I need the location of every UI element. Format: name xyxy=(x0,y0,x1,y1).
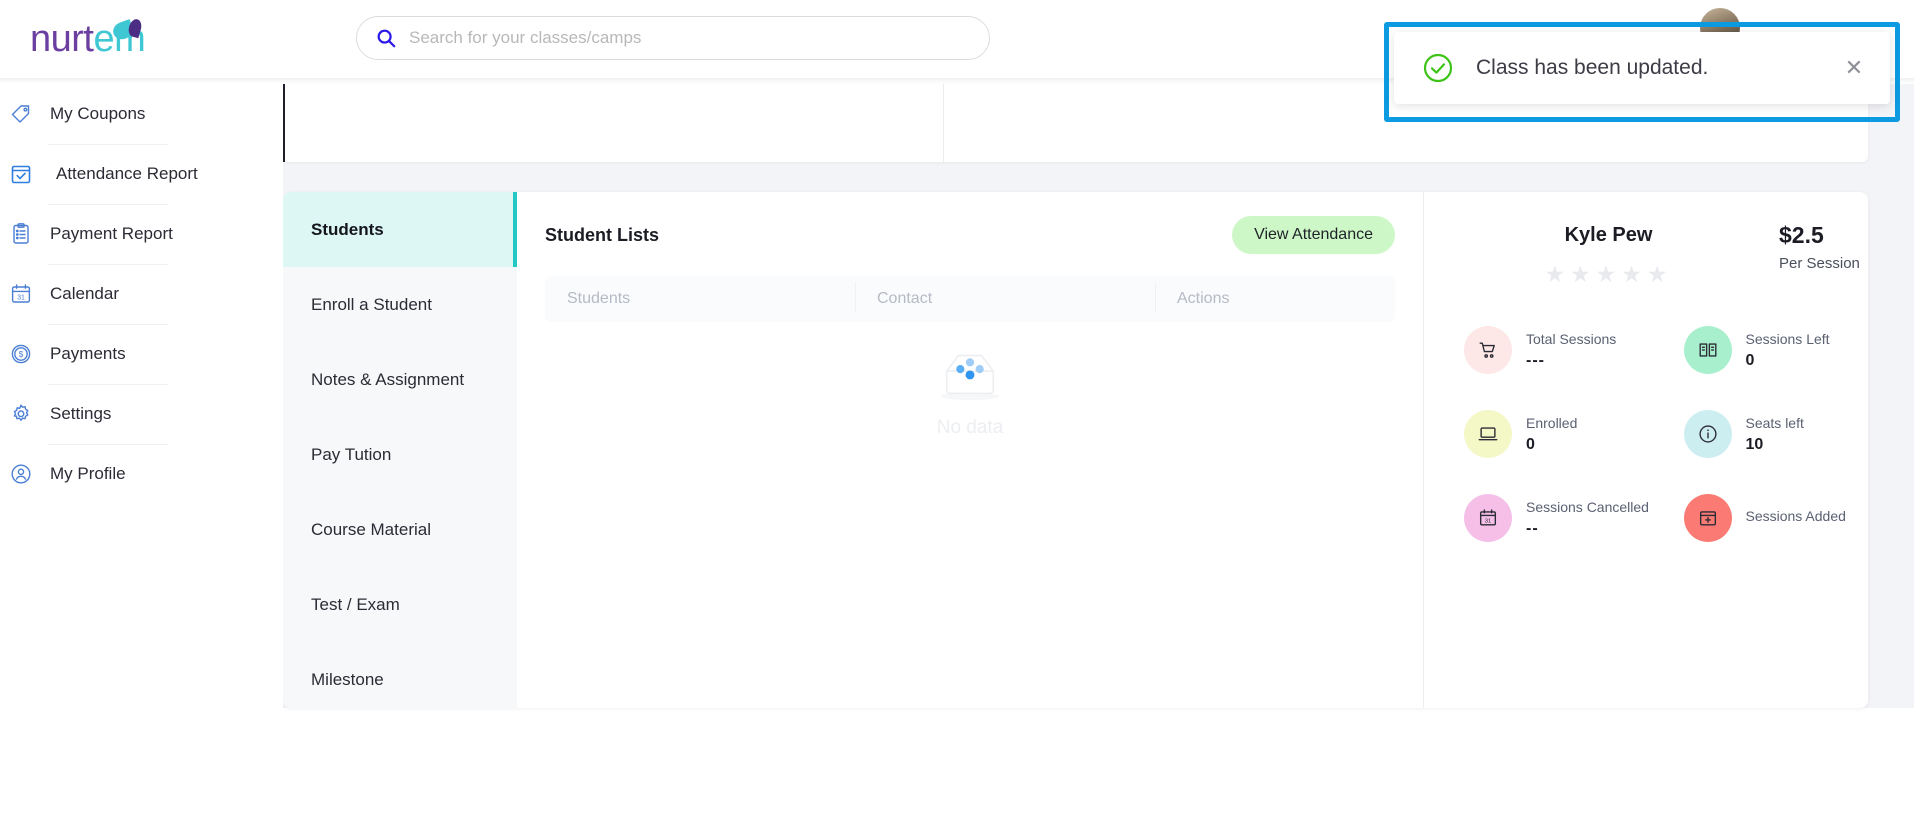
stat-label: Enrolled xyxy=(1526,415,1577,431)
laptop-icon xyxy=(1464,410,1512,458)
svg-text:31: 31 xyxy=(17,294,25,301)
column-header-students: Students xyxy=(545,290,855,308)
sidebar-nav: My Coupons Attendance Report Payment xyxy=(0,84,283,708)
sidebar-item-calendar[interactable]: 31 Calendar xyxy=(0,264,283,324)
price-unit: Per Session xyxy=(1779,255,1868,272)
tab-test-exam[interactable]: Test / Exam xyxy=(283,567,517,642)
tab-students[interactable]: Students xyxy=(283,192,517,267)
gear-icon xyxy=(8,401,34,427)
tab-label: Test / Exam xyxy=(311,595,400,615)
stat-sessions-cancelled: 31 Sessions Cancelled -- xyxy=(1464,494,1684,542)
sidebar-item-payment-report[interactable]: Payment Report xyxy=(0,204,283,264)
card-divider xyxy=(943,84,944,162)
student-table-header: Students Contact Actions xyxy=(545,276,1395,322)
sidebar-item-settings[interactable]: Settings xyxy=(0,384,283,444)
stat-label: Total Sessions xyxy=(1526,331,1616,347)
no-data-icon xyxy=(931,342,1009,409)
sidebar-item-payments[interactable]: $ Payments xyxy=(0,324,283,384)
class-info-header: Kyle Pew ★★★★★ $2.5 Per Session xyxy=(1464,222,1868,288)
stat-total-sessions: Total Sessions --- xyxy=(1464,326,1684,374)
toast-message: Class has been updated. xyxy=(1476,56,1840,80)
sidebar-item-label: Settings xyxy=(50,404,111,424)
search-input[interactable] xyxy=(409,18,971,58)
tab-course-material[interactable]: Course Material xyxy=(283,492,517,567)
sidebar-item-my-coupons[interactable]: My Coupons xyxy=(0,84,283,144)
stat-value: 10 xyxy=(1746,436,1804,454)
rating-stars[interactable]: ★★★★★ xyxy=(1464,261,1753,288)
sidebar-item-label: Payments xyxy=(50,344,126,364)
tab-label: Milestone xyxy=(311,670,384,690)
tab-milestone[interactable]: Milestone xyxy=(283,642,517,708)
close-icon[interactable]: ✕ xyxy=(1840,54,1868,82)
column-header-actions: Actions xyxy=(1155,290,1395,308)
tab-notes-and-assignment[interactable]: Notes & Assignment xyxy=(283,342,517,417)
stat-label: Sessions Cancelled xyxy=(1526,499,1649,515)
dollar-coin-icon: $ xyxy=(8,341,34,367)
user-circle-icon xyxy=(8,461,34,487)
search-bar[interactable] xyxy=(356,16,990,60)
stat-value: --- xyxy=(1526,352,1616,370)
stat-enrolled: Enrolled 0 xyxy=(1464,410,1684,458)
stat-value: -- xyxy=(1526,520,1649,538)
calendar-31-icon: 31 xyxy=(1464,494,1512,542)
price-block: $2.5 Per Session xyxy=(1753,222,1868,272)
cart-icon xyxy=(1464,326,1512,374)
calendar-add-icon xyxy=(1684,494,1732,542)
clipboard-list-icon xyxy=(8,221,34,247)
info-icon xyxy=(1684,410,1732,458)
success-toast[interactable]: Class has been updated. ✕ xyxy=(1394,32,1890,104)
class-detail-panel: Students Enroll a Student Notes & Assign… xyxy=(283,192,1868,708)
search-icon xyxy=(375,27,397,49)
stat-label: Sessions Left xyxy=(1746,331,1830,347)
book-open-icon xyxy=(1684,326,1732,374)
student-list-section: Student Lists View Attendance Students C… xyxy=(517,192,1423,708)
sidebar-item-label: My Coupons xyxy=(50,104,145,124)
sidebar-item-label: Calendar xyxy=(50,284,119,304)
tab-pay-tution[interactable]: Pay Tution xyxy=(283,417,517,492)
sidebar-item-label: Payment Report xyxy=(50,224,173,244)
class-info-card: Kyle Pew ★★★★★ $2.5 Per Session xyxy=(1423,192,1868,708)
teacher-name: Kyle Pew xyxy=(1464,224,1753,247)
tab-label: Students xyxy=(311,220,384,240)
tab-label: Enroll a Student xyxy=(311,295,432,315)
no-data-text: No data xyxy=(937,417,1004,439)
svg-text:31: 31 xyxy=(1485,518,1492,524)
price-value: $2.5 xyxy=(1779,222,1868,249)
view-attendance-button[interactable]: View Attendance xyxy=(1232,216,1395,254)
student-list-title: Student Lists xyxy=(545,225,659,246)
stat-sessions-left: Sessions Left 0 xyxy=(1684,326,1869,374)
sidebar-item-my-profile[interactable]: My Profile xyxy=(0,444,283,504)
stat-value: 0 xyxy=(1526,436,1577,454)
nurtem-logo[interactable]: nurtem xyxy=(30,16,160,62)
stat-value: 0 xyxy=(1746,352,1830,370)
stat-sessions-added: Sessions Added xyxy=(1684,494,1869,542)
sidebar-item-label: Attendance Report xyxy=(56,164,198,184)
stat-label: Sessions Added xyxy=(1746,508,1846,524)
logo-text-primary: nurt xyxy=(30,18,93,60)
student-list-header: Student Lists View Attendance xyxy=(545,216,1395,254)
column-header-contact: Contact xyxy=(855,290,1155,308)
detail-tab-list: Students Enroll a Student Notes & Assign… xyxy=(283,192,517,708)
tab-label: Notes & Assignment xyxy=(311,370,464,390)
calendar-check-icon xyxy=(8,161,34,187)
tag-icon xyxy=(8,101,34,127)
stat-seats-left: Seats left 10 xyxy=(1684,410,1869,458)
svg-text:$: $ xyxy=(19,350,24,359)
calendar-icon: 31 xyxy=(8,281,34,307)
empty-state: No data xyxy=(517,342,1423,439)
sidebar-item-label: My Profile xyxy=(50,464,126,484)
teacher-block: Kyle Pew ★★★★★ xyxy=(1464,222,1753,288)
tab-enroll-a-student[interactable]: Enroll a Student xyxy=(283,267,517,342)
stat-label: Seats left xyxy=(1746,415,1804,431)
card-left-edge xyxy=(283,84,285,162)
tab-label: Pay Tution xyxy=(311,445,391,465)
app-root: nurtem My Coupons xyxy=(0,0,1914,814)
class-stats-grid: Total Sessions --- xyxy=(1464,326,1868,578)
tab-label: Course Material xyxy=(311,520,431,540)
sidebar-item-attendance-report[interactable]: Attendance Report xyxy=(0,144,283,204)
main-content: Students Enroll a Student Notes & Assign… xyxy=(283,84,1914,708)
check-circle-icon xyxy=(1422,52,1454,84)
